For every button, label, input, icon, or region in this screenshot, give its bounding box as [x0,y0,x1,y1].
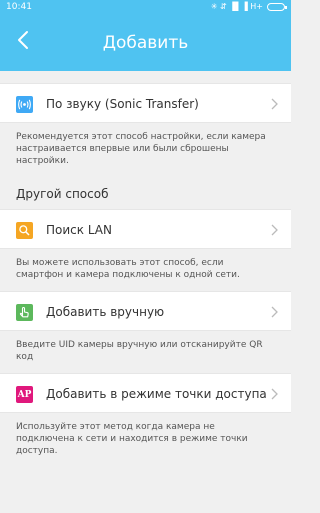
option-label: Поиск LAN [46,223,112,237]
hand-pointer-icon [16,304,33,321]
options-list: По звуку (Sonic Transfer) Рекомендуется … [0,71,291,467]
status-indicators: ✳ ⇵ ▐▌▐ H+ [210,0,287,14]
search-icon [16,222,33,239]
page-title: Добавить [102,33,189,53]
chevron-right-icon [271,388,278,400]
sound-wave-icon [16,96,33,113]
chevron-right-icon [271,306,278,318]
option-note: Используйте этот метод когда камера не п… [16,422,248,456]
ap-icon: AP [16,386,33,403]
battery-icon [267,3,287,11]
option-sonic-transfer[interactable]: По звуку (Sonic Transfer) [0,83,291,123]
ap-icon-text: AP [17,389,32,400]
app-header: 10:41 ✳ ⇵ ▐▌▐ H+ Добавить [0,0,291,71]
option-lan-search[interactable]: Поиск LAN [0,209,291,249]
option-note: Вы можете использовать этот способ, если… [16,258,240,280]
option-note: Рекомендуется этот способ настройки, есл… [16,132,266,166]
option-label: Добавить в режиме точки доступа [46,387,267,401]
option-ap-mode[interactable]: AP Добавить в режиме точки доступа [0,373,291,413]
status-indicators-text: ✳ ⇵ ▐▌▐ H+ [210,2,263,11]
option-label: Добавить вручную [46,305,165,319]
option-note: Введите UID камеры вручную или отсканиру… [16,340,263,362]
status-time: 10:41 [6,2,32,12]
chevron-right-icon [271,98,278,110]
option-label: По звуку (Sonic Transfer) [46,97,199,111]
status-bar: 10:41 ✳ ⇵ ▐▌▐ H+ [0,0,291,14]
option-add-manually[interactable]: Добавить вручную [0,291,291,331]
section-title: Другой способ [16,187,109,201]
chevron-right-icon [271,224,278,236]
